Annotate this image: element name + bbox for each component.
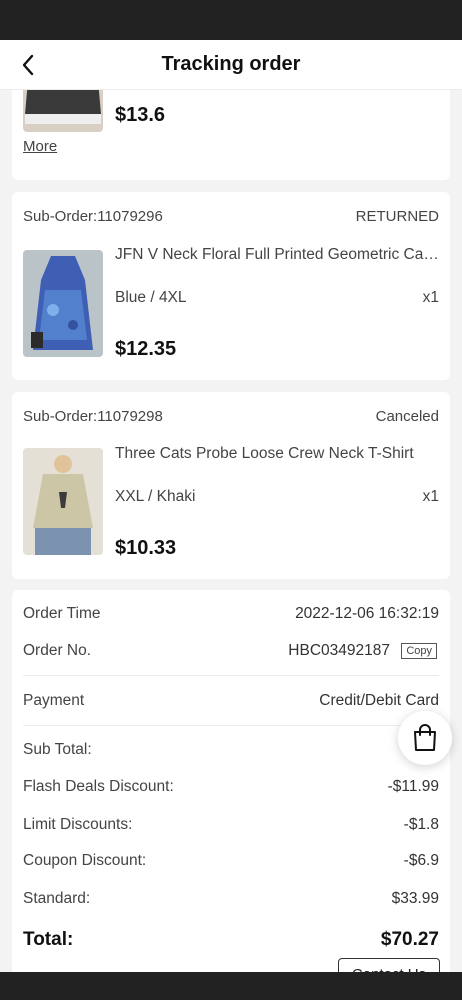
- page-title: Tracking order: [161, 53, 301, 75]
- item-price: $13.6: [115, 104, 166, 126]
- product-name[interactable]: JFN V Neck Floral Full Printed Geometric…: [115, 246, 441, 264]
- sub-order-card: Sub-Order:11079298 Canceled Three Cats P…: [12, 392, 450, 579]
- divider: [23, 725, 439, 726]
- sub-order-card: Sub-Order:11079296 RETURNED JFN V Neck F…: [12, 192, 450, 380]
- order-item-card: $13.6 More: [12, 90, 450, 180]
- flash-deals-label: Flash Deals Discount:: [23, 778, 174, 795]
- sub-order-id: Sub-Order:11079296: [23, 208, 163, 225]
- flash-deals-value: -$11.99: [387, 778, 439, 795]
- product-variant: XXL / Khaki: [115, 488, 196, 505]
- copy-button[interactable]: Copy: [401, 643, 437, 659]
- order-no-value: HBC03492187: [288, 642, 390, 659]
- order-summary-card: Order Time 2022-12-06 16:32:19 Order No.…: [12, 590, 450, 972]
- cart-button[interactable]: [398, 711, 452, 765]
- limit-discount-value: -$1.8: [403, 816, 439, 833]
- limit-discount-label: Limit Discounts:: [23, 816, 133, 833]
- payment-value: Credit/Debit Card: [319, 692, 439, 709]
- item-price: $12.35: [115, 338, 177, 360]
- divider: [23, 675, 439, 676]
- product-thumbnail[interactable]: [23, 250, 103, 357]
- product-thumbnail[interactable]: [23, 90, 103, 132]
- status-badge: RETURNED: [355, 208, 439, 225]
- total-value: $70.27: [380, 929, 439, 950]
- status-badge: Canceled: [375, 408, 439, 425]
- system-nav-bar: [0, 972, 462, 1000]
- contact-us-button[interactable]: Contact Us: [338, 958, 440, 972]
- status-bar: [0, 0, 462, 40]
- order-time-value: 2022-12-06 16:32:19: [295, 605, 439, 622]
- order-content[interactable]: $13.6 More Sub-Order:11079296 RETURNED J…: [0, 90, 462, 972]
- shipping-standard-value: $33.99: [391, 890, 439, 907]
- product-quantity: x1: [422, 488, 439, 505]
- total-label: Total:: [23, 929, 74, 950]
- product-quantity: x1: [422, 289, 439, 306]
- shipping-standard-label: Standard:: [23, 890, 91, 907]
- product-thumbnail[interactable]: [23, 448, 103, 555]
- app-header: Tracking order: [0, 40, 462, 90]
- payment-label: Payment: [23, 692, 85, 709]
- order-time-label: Order Time: [23, 605, 101, 622]
- subtotal-label: Sub Total:: [23, 741, 92, 758]
- sub-order-id: Sub-Order:11079298: [23, 408, 163, 425]
- order-no-label: Order No.: [23, 642, 92, 659]
- product-name[interactable]: Three Cats Probe Loose Crew Neck T-Shirt: [115, 445, 441, 463]
- more-link[interactable]: More: [23, 138, 57, 155]
- coupon-discount-value: -$6.9: [403, 852, 439, 869]
- product-variant: Blue / 4XL: [115, 289, 187, 306]
- shopping-bag-icon: [414, 724, 436, 751]
- coupon-discount-label: Coupon Discount:: [23, 852, 147, 869]
- item-price: $10.33: [115, 537, 177, 559]
